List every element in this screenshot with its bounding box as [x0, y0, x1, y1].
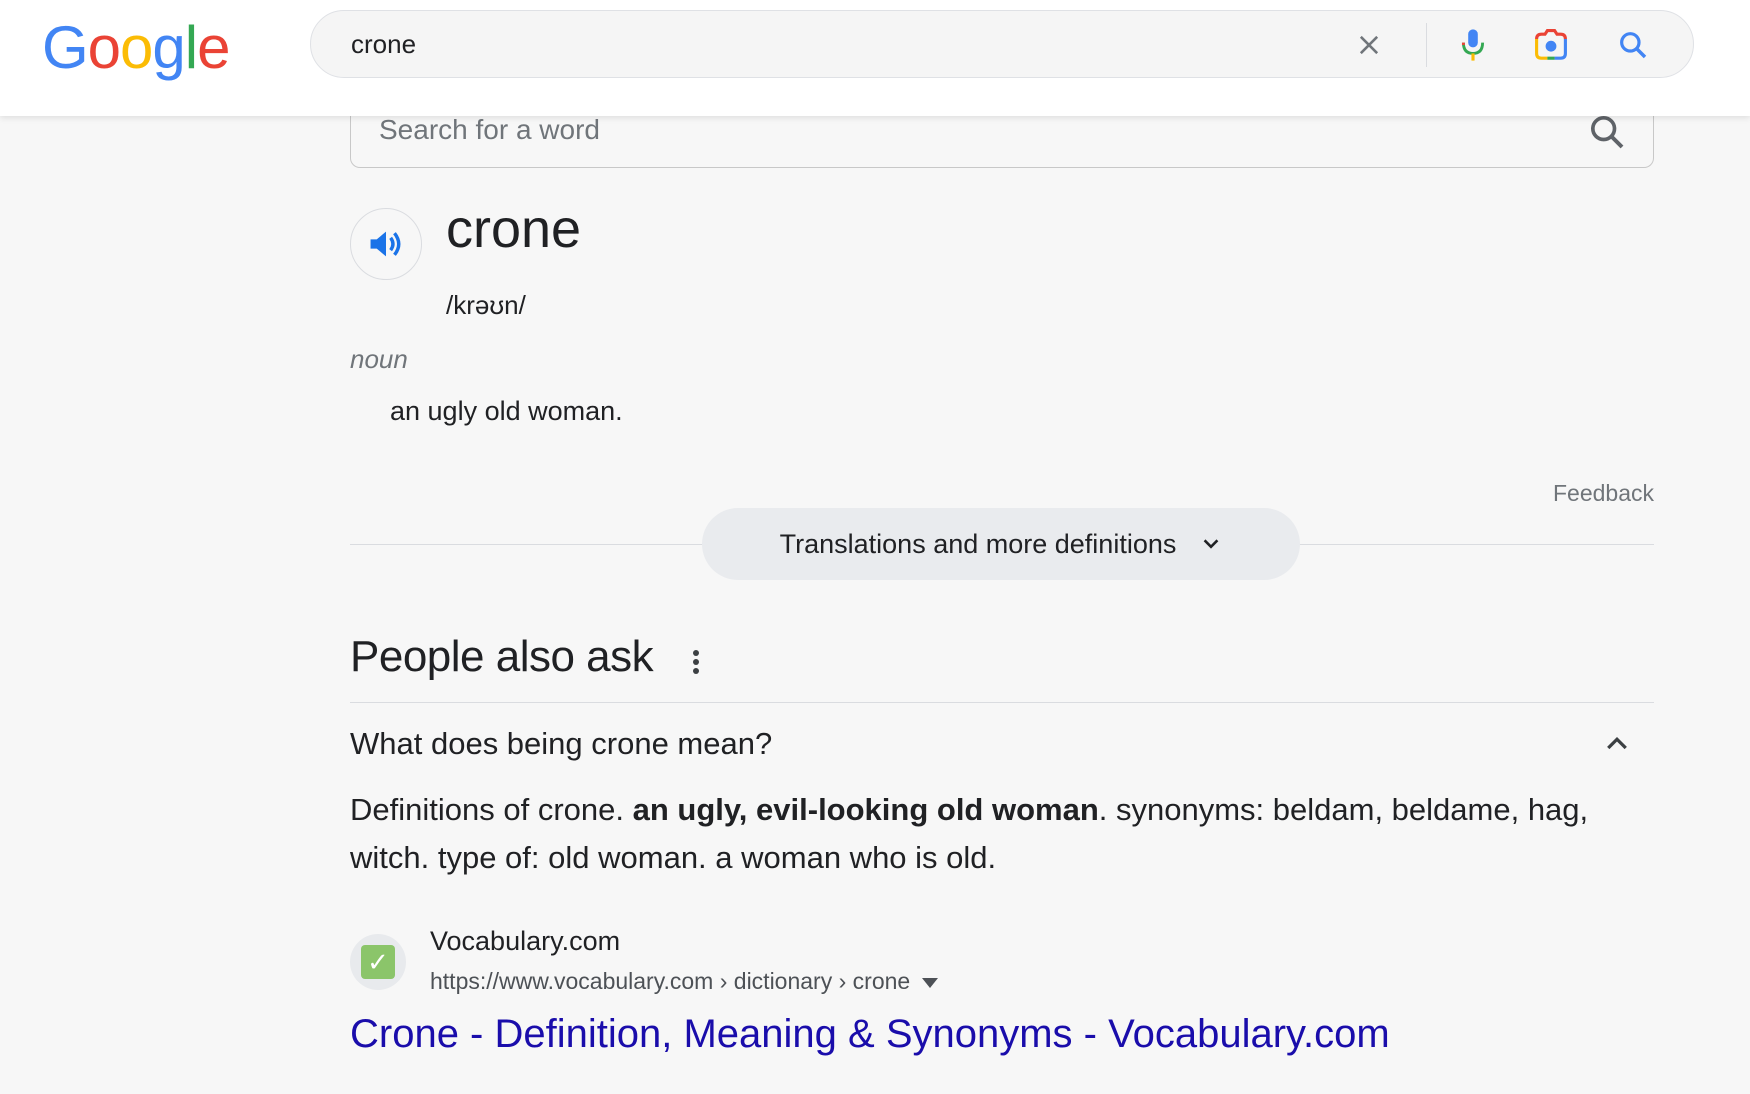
search-icon[interactable]	[1615, 27, 1651, 63]
translations-more-button[interactable]: Translations and more definitions	[702, 508, 1300, 580]
logo-letter: l	[184, 14, 198, 81]
logo-letter: g	[152, 14, 185, 81]
paa-question-text: What does being crone mean?	[350, 726, 773, 761]
speaker-icon	[370, 231, 401, 257]
source-url-text: https://www.vocabulary.com › dictionary …	[430, 968, 911, 994]
definition-text: an ugly old woman.	[390, 396, 623, 426]
translations-more-label: Translations and more definitions	[779, 528, 1177, 559]
pronunciation-button[interactable]	[350, 208, 422, 280]
logo-letter: e	[197, 14, 230, 81]
chevron-up-icon[interactable]	[1602, 728, 1632, 758]
dictionary-search-input[interactable]	[379, 112, 1479, 148]
paa-question[interactable]: What does being crone mean?	[350, 726, 1654, 766]
divider	[350, 702, 1654, 703]
search-box[interactable]	[310, 10, 1694, 78]
logo-letter: o	[120, 14, 153, 81]
search-icon[interactable]	[1587, 112, 1627, 152]
microphone-icon[interactable]	[1455, 27, 1491, 63]
headword: crone	[446, 199, 582, 259]
close-icon[interactable]	[1351, 27, 1387, 63]
search-divider	[1426, 23, 1427, 67]
people-also-ask-heading: People also ask	[350, 632, 654, 681]
caret-down-icon[interactable]	[922, 977, 939, 988]
more-options-icon[interactable]	[686, 646, 706, 678]
phonetic-spelling: /krəʊn/	[446, 290, 526, 320]
search-input[interactable]	[351, 25, 1351, 63]
chevron-down-icon	[1204, 539, 1219, 549]
top-bar: Google	[0, 0, 1750, 116]
source-site-name[interactable]: Vocabulary.com	[430, 926, 620, 957]
site-favicon: ✓	[350, 934, 406, 990]
source-url[interactable]: https://www.vocabulary.com › dictionary …	[430, 968, 939, 995]
camera-lens-icon[interactable]	[1533, 27, 1569, 63]
result-title-link[interactable]: Crone - Definition, Meaning & Synonyms -…	[350, 1012, 1390, 1057]
google-logo[interactable]: Google	[42, 14, 231, 81]
paa-answer: Definitions of crone. an ugly, evil-look…	[350, 786, 1654, 882]
answer-highlight: an ugly, evil-looking old woman	[632, 792, 1099, 827]
part-of-speech: noun	[350, 344, 408, 374]
logo-letter: G	[42, 14, 89, 81]
checkmark-icon: ✓	[361, 945, 395, 979]
logo-letter: o	[87, 14, 121, 81]
feedback-link[interactable]: Feedback	[1553, 480, 1654, 507]
answer-text: Definitions of crone.	[350, 792, 633, 827]
